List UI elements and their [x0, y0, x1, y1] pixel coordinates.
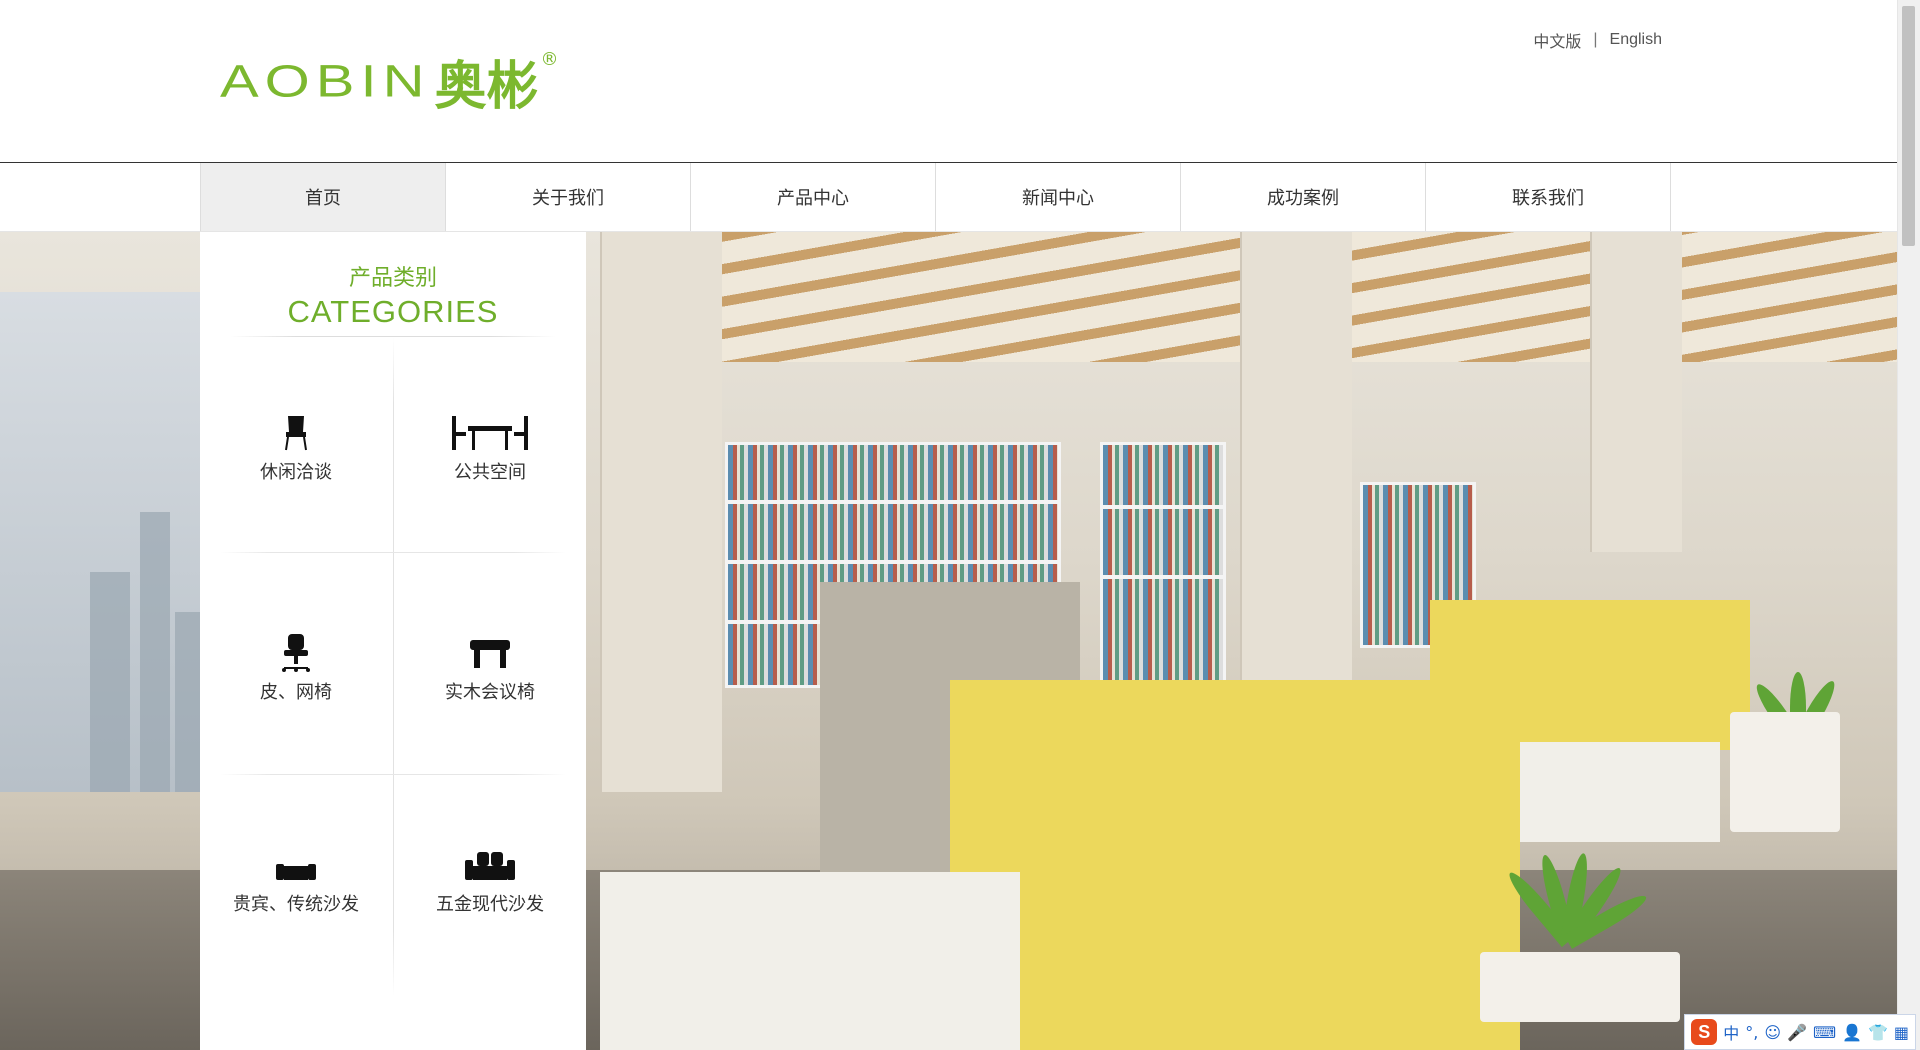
banner-pillar	[1590, 232, 1682, 552]
banner-building	[140, 512, 170, 792]
skin-icon[interactable]: 👕	[1868, 1023, 1888, 1042]
nav-contact[interactable]: 联系我们	[1426, 163, 1671, 231]
microphone-icon[interactable]: 🎤	[1787, 1023, 1807, 1042]
vertical-scrollbar[interactable]	[1897, 0, 1920, 1050]
categories-title-en: CATEGORIES	[287, 294, 499, 329]
banner-plant-pot	[1480, 952, 1680, 1022]
category-label: 公共空间	[454, 462, 526, 483]
site-header: AOBIN 奥彬 ® 中文版 | English	[0, 0, 1898, 163]
banner-building	[175, 612, 200, 792]
emoji-icon[interactable]: ☺	[1764, 1023, 1781, 1042]
banner-pillar	[600, 232, 722, 792]
categories-panel: 产品类别 CATEGORIES 休闲洽谈 公共空间 皮、网椅 实木会议椅 贵宾、…	[200, 232, 586, 1050]
grid-divider-horizontal	[220, 552, 566, 553]
chair-icon	[285, 416, 307, 451]
category-office-chair[interactable]: 皮、网椅	[200, 632, 392, 704]
grid-divider-horizontal	[220, 774, 566, 775]
logo-chinese-text: 奥彬	[434, 56, 539, 117]
user-icon[interactable]: 👤	[1842, 1023, 1862, 1042]
nav-home[interactable]: 首页	[201, 163, 446, 231]
banner-sofa	[950, 680, 1520, 1050]
lang-separator: |	[1593, 31, 1598, 48]
lang-chinese-link[interactable]: 中文版	[1533, 28, 1581, 52]
ime-mode-toggle[interactable]: 中	[1723, 1020, 1739, 1044]
nav-cases[interactable]: 成功案例	[1181, 163, 1426, 231]
nav-news[interactable]: 新闻中心	[936, 163, 1181, 231]
nav-about[interactable]: 关于我们	[446, 163, 691, 231]
main-nav: 首页 关于我们 产品中心 新闻中心 成功案例 联系我们	[200, 163, 1671, 231]
office-chair-icon	[282, 634, 310, 672]
banner-pillar	[1240, 232, 1352, 682]
lang-english-link[interactable]: English	[1610, 31, 1662, 49]
banner-bookshelf	[1100, 442, 1226, 708]
aobin-logo[interactable]: AOBIN 奥彬 ®	[220, 46, 559, 117]
banner-cabinet	[1730, 712, 1840, 832]
categories-divider	[230, 336, 556, 337]
banner-window	[0, 292, 200, 792]
category-label: 休闲洽谈	[260, 462, 332, 483]
modern-sofa-icon	[465, 852, 515, 880]
categories-heading: 产品类别 CATEGORIES	[200, 260, 586, 330]
category-vip-sofa[interactable]: 贵宾、传统沙发	[200, 860, 392, 916]
sofa-icon	[276, 864, 316, 880]
ime-punctuation-toggle[interactable]: °,	[1745, 1023, 1758, 1042]
logo-latin-text: AOBIN	[220, 55, 431, 107]
table-chairs-icon	[452, 416, 528, 450]
category-wood-chair[interactable]: 实木会议椅	[394, 632, 586, 704]
banner-building	[90, 572, 130, 792]
scrollbar-thumb[interactable]	[1902, 6, 1915, 246]
category-public-space[interactable]: 公共空间	[394, 412, 586, 484]
category-label: 贵宾、传统沙发	[233, 894, 359, 915]
nav-products[interactable]: 产品中心	[691, 163, 936, 231]
language-switcher: 中文版 | English	[1533, 28, 1662, 52]
sogou-logo-icon[interactable]: S	[1691, 1019, 1718, 1045]
grid-menu-icon[interactable]: ▦	[1894, 1023, 1909, 1042]
category-label: 皮、网椅	[260, 682, 332, 703]
category-label: 五金现代沙发	[436, 894, 544, 915]
categories-title-cn: 产品类别	[348, 266, 437, 291]
registered-mark: ®	[540, 48, 559, 70]
keyboard-icon[interactable]: ⌨	[1813, 1023, 1836, 1042]
stool-icon	[470, 640, 510, 668]
category-leisure[interactable]: 休闲洽谈	[200, 412, 392, 484]
banner-sofa-seat	[600, 872, 1020, 1050]
category-modern-sofa[interactable]: 五金现代沙发	[394, 850, 586, 916]
ime-toolbar: S 中 °, ☺ 🎤 ⌨ 👤 👕 ▦	[1684, 1014, 1916, 1050]
category-label: 实木会议椅	[445, 682, 535, 703]
